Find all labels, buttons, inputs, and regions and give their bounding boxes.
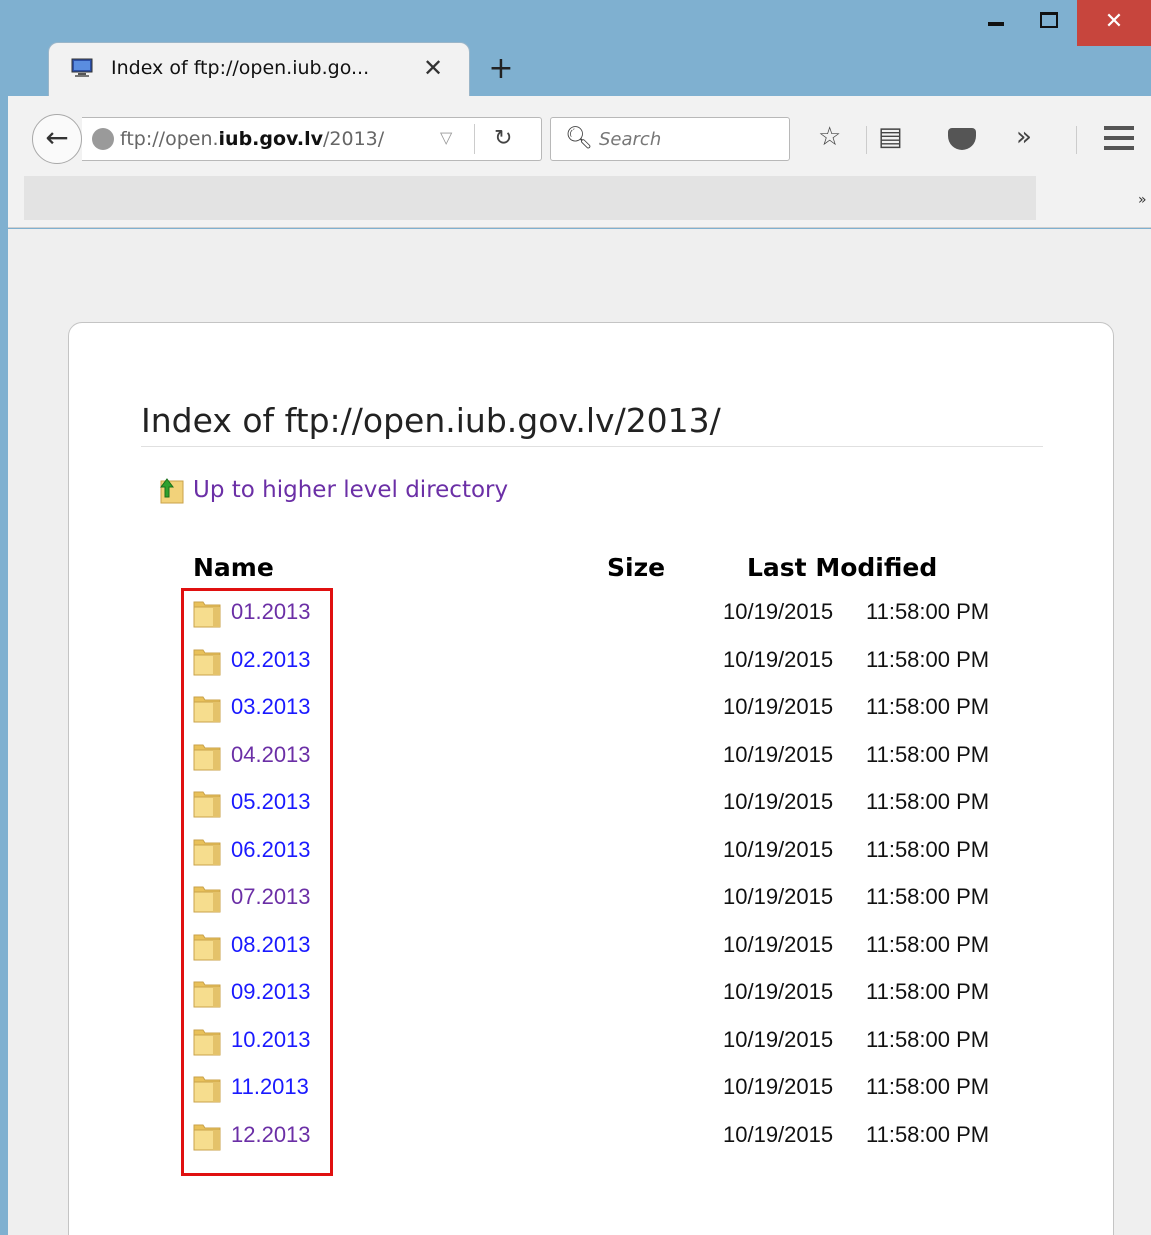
back-button[interactable]: ←	[32, 114, 82, 164]
modified-time: 11:58:00 PM	[866, 979, 990, 1004]
search-input[interactable]	[599, 126, 779, 152]
bookmarks-bar: »	[8, 176, 1151, 228]
up-directory-label: Up to higher level directory	[193, 477, 509, 503]
up-folder-icon	[160, 478, 184, 504]
url-separator	[474, 124, 475, 154]
modified-time: 11:58:00 PM	[866, 741, 990, 767]
modified-time: 11:58:00 PM	[866, 694, 990, 719]
modified-date: 10/19/2015	[723, 599, 834, 624]
hamburger-menu-icon[interactable]	[1104, 126, 1134, 150]
reading-list-icon[interactable]: ▤	[878, 122, 903, 152]
column-header-size[interactable]: Size	[607, 553, 665, 582]
nav-bar: ← ftp://open.iub.gov.lv/2013/ ▽ ↻ 🔍︎ ☆ ▤…	[8, 96, 1151, 176]
globe-icon	[92, 128, 114, 150]
modified-date: 10/19/2015	[723, 694, 834, 719]
bookmarks-strip	[24, 176, 1036, 220]
modified-time: 11:58:00 PM	[866, 836, 990, 862]
window-close-button[interactable]: ✕	[1077, 0, 1151, 46]
modified-date: 10/19/2015	[723, 884, 834, 909]
url-dropdown-icon[interactable]: ▽	[440, 128, 452, 147]
modified-time: 11:58:00 PM	[866, 646, 990, 672]
overflow-chevron-icon[interactable]: »	[1016, 122, 1032, 152]
tab-ftp-index[interactable]: Index of ftp://open.iub.go... ✕	[48, 42, 470, 98]
column-header-name[interactable]: Name	[193, 553, 274, 582]
monitor-icon	[71, 58, 93, 77]
page-title: Index of ftp://open.iub.gov.lv/2013/	[141, 401, 1043, 447]
search-bar[interactable]: 🔍︎	[550, 117, 790, 161]
modified-date: 10/19/2015	[723, 1121, 834, 1147]
modified-date: 10/19/2015	[723, 1074, 834, 1099]
reload-icon[interactable]: ↻	[494, 126, 512, 151]
modified-date: 10/19/2015	[723, 789, 834, 814]
minimize-icon[interactable]	[988, 22, 1004, 26]
bookmark-star-icon[interactable]: ☆	[818, 122, 841, 152]
toolbar-separator	[1076, 126, 1077, 154]
maximize-icon[interactable]	[1040, 12, 1058, 28]
modified-time: 11:58:00 PM	[866, 1026, 990, 1052]
modified-date: 10/19/2015	[723, 741, 834, 767]
new-tab-button[interactable]: +	[486, 54, 516, 84]
toolbar-separator	[866, 126, 867, 154]
page-content: Index of ftp://open.iub.gov.lv/2013/ Up …	[8, 229, 1151, 1235]
bookmarks-chevron-icon[interactable]: »	[1138, 192, 1147, 208]
modified-time: 11:58:00 PM	[866, 599, 990, 624]
modified-time: 11:58:00 PM	[866, 789, 990, 814]
modified-date: 10/19/2015	[723, 979, 834, 1004]
modified-date: 10/19/2015	[723, 1026, 834, 1052]
directory-card: Index of ftp://open.iub.gov.lv/2013/ Up …	[68, 322, 1114, 1235]
close-tab-icon[interactable]: ✕	[421, 56, 445, 80]
modified-date: 10/19/2015	[723, 646, 834, 672]
modified-date: 10/19/2015	[723, 836, 834, 862]
search-icon: 🔍︎	[565, 126, 593, 151]
tab-title: Index of ftp://open.iub.go...	[111, 57, 370, 79]
pocket-icon[interactable]	[948, 128, 976, 150]
modified-time: 11:58:00 PM	[866, 1074, 990, 1099]
modified-time: 11:58:00 PM	[866, 931, 990, 957]
highlight-box	[181, 588, 333, 1176]
url-text[interactable]: ftp://open.iub.gov.lv/2013/	[120, 128, 384, 150]
column-header-modified[interactable]: Last Modified	[747, 553, 937, 582]
modified-time: 11:58:00 PM	[866, 1121, 990, 1147]
modified-date: 10/19/2015	[723, 931, 834, 957]
tab-strip: Index of ftp://open.iub.go... ✕ + ✕	[0, 0, 1151, 98]
up-directory-link[interactable]: Up to higher level directory	[157, 475, 508, 505]
modified-time: 11:58:00 PM	[866, 884, 990, 909]
url-bar[interactable]: ftp://open.iub.gov.lv/2013/ ▽ ↻	[82, 117, 542, 161]
